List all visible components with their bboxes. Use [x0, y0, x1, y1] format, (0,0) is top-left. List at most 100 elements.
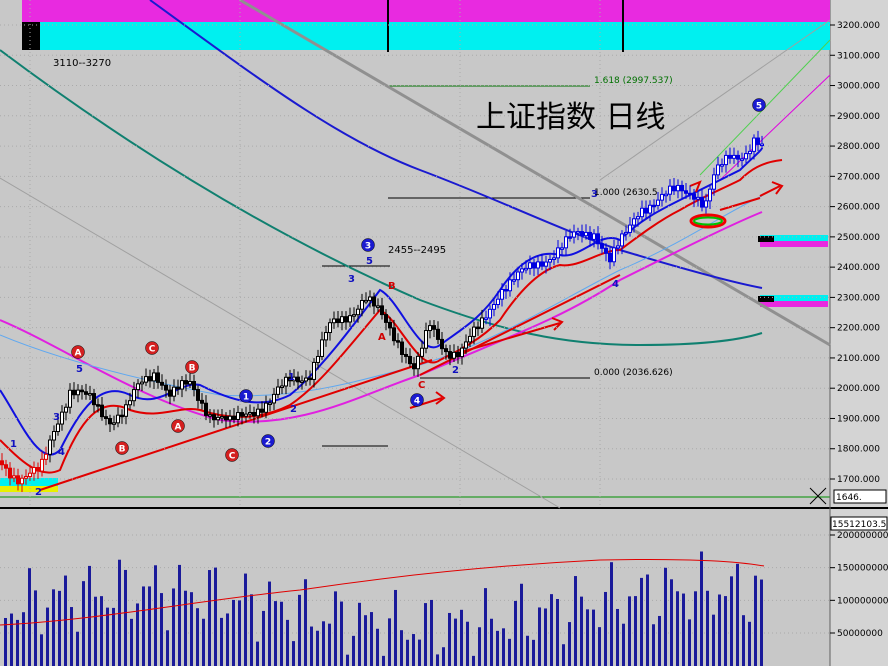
volume-bar	[748, 621, 751, 666]
volume-bar	[550, 594, 553, 666]
wave-label: 2	[452, 365, 459, 376]
volume-bar	[238, 600, 241, 666]
candle-body	[452, 351, 456, 359]
candle-body	[156, 372, 160, 383]
candle-body	[96, 404, 100, 407]
volume-bar	[316, 630, 319, 666]
volume-bar	[760, 579, 763, 666]
candle-body	[92, 393, 96, 406]
candle-body	[16, 475, 20, 485]
candle-body	[616, 245, 620, 249]
wave-circle-label: 4	[414, 397, 420, 407]
price-tick-label: 2000.000	[837, 384, 880, 394]
volume-bar	[184, 590, 187, 666]
volume-bar	[376, 628, 379, 666]
volume-bar	[700, 551, 703, 666]
chart-canvas: 3200.000 3100.000 3000.000 2900.000 2800.000…	[0, 0, 888, 666]
candle-body	[756, 137, 760, 145]
candle-body	[436, 328, 440, 340]
candle-body	[584, 231, 588, 237]
candle-body	[20, 477, 24, 485]
candle-body	[644, 207, 648, 214]
wave-circle-label: A	[175, 423, 182, 433]
last-value-label: 15512103.5	[832, 520, 886, 530]
volume-bar	[694, 591, 697, 666]
candle-body	[188, 381, 192, 385]
candle-body	[496, 298, 500, 305]
volume-bar	[232, 599, 235, 666]
candle-body	[556, 247, 560, 259]
candle-body	[164, 384, 168, 391]
volume-bar	[148, 586, 151, 666]
candle-body	[476, 326, 480, 330]
candle-body	[220, 416, 224, 419]
candle-body	[412, 363, 416, 370]
candle-body	[196, 389, 200, 401]
volume-bar	[706, 590, 709, 666]
volume-bar	[448, 612, 451, 666]
candle-body	[464, 341, 468, 349]
volume-bar	[112, 607, 115, 666]
volume-tick-label: 100000000	[837, 596, 888, 606]
candle-body	[400, 341, 404, 355]
candle-body	[84, 391, 88, 395]
volume-bar	[274, 601, 277, 666]
volume-bar	[34, 590, 37, 666]
candle-body	[116, 414, 120, 424]
candle-body	[420, 347, 424, 357]
candle-body	[648, 204, 652, 214]
volume-bar	[616, 608, 619, 666]
candle-body	[448, 351, 452, 359]
candle-body	[388, 321, 392, 329]
candle-body	[620, 233, 624, 247]
candle-body	[492, 303, 496, 310]
fib-1618-label: 1.618 (2997.537)	[594, 76, 673, 86]
volume-bar	[418, 639, 421, 666]
fib-1000-label: 1.000 (2630.5	[594, 188, 658, 198]
candle-body	[176, 386, 180, 390]
candle-body	[4, 464, 8, 469]
volume-tick-label: 50000000	[837, 629, 883, 639]
wave-circle-label: B	[189, 364, 196, 374]
candle-body	[532, 262, 536, 269]
candle-body	[212, 414, 216, 421]
wave-label: 3	[53, 412, 60, 423]
price-tick-label: 3000.000	[837, 82, 880, 92]
candle-body	[236, 412, 240, 420]
price-tick-label: 2400.000	[837, 263, 880, 273]
wave-label: 4	[612, 279, 619, 290]
volume-bar	[124, 569, 127, 666]
volume-bar	[94, 596, 97, 666]
volume-bar	[322, 621, 325, 666]
candle-body	[536, 261, 540, 269]
candle-body	[660, 193, 664, 201]
candle-body	[252, 411, 256, 417]
candle-body	[216, 416, 220, 421]
wave-label: A	[378, 332, 386, 343]
candle-body	[500, 288, 504, 300]
volume-bar	[358, 602, 361, 666]
volume-bar	[496, 630, 499, 666]
volume-bar	[142, 586, 145, 666]
volume-bar	[658, 615, 661, 666]
candle-body	[612, 247, 616, 263]
candle-body	[392, 327, 396, 342]
price-tick-label: 3200.000	[837, 21, 880, 31]
candle-body	[564, 236, 568, 249]
volume-bar	[244, 573, 247, 666]
candle-body	[128, 400, 132, 406]
volume-bar	[58, 590, 61, 666]
wave-label: C	[418, 380, 425, 391]
band-marker	[22, 22, 40, 50]
candle-body	[80, 389, 84, 393]
volume-bar	[400, 630, 403, 666]
chart-root: 3200.000 3100.000 3000.000 2900.000 2800.000…	[0, 0, 888, 666]
candle-body	[24, 475, 28, 479]
candle-body	[640, 207, 644, 218]
volume-bar	[64, 575, 67, 666]
volume-bar	[100, 596, 103, 666]
candle-body	[652, 204, 656, 208]
candle-body	[232, 415, 236, 420]
candle-body	[720, 164, 724, 167]
wave-circle-label: B	[119, 445, 126, 455]
